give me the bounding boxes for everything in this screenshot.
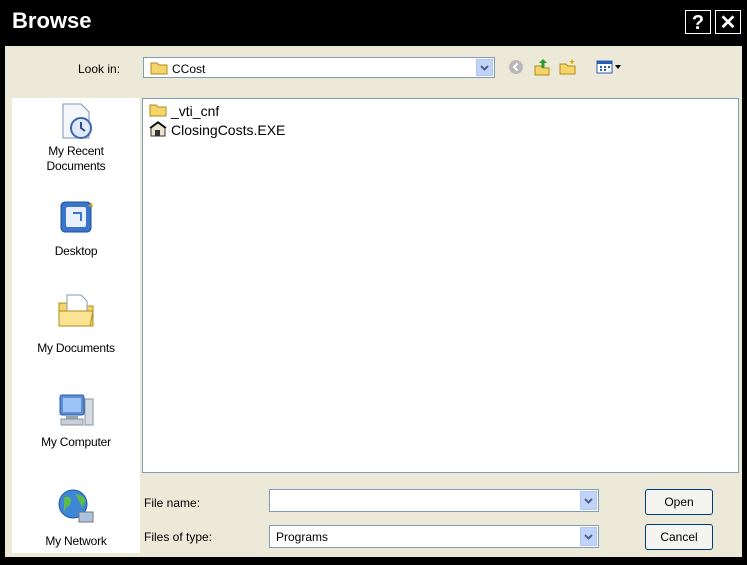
list-item[interactable]: ClosingCosts.EXE — [149, 120, 286, 140]
look-in-dropdown[interactable]: CCost — [143, 57, 495, 78]
desktop-icon — [55, 198, 97, 240]
file-name: _vti_cnf — [171, 103, 220, 119]
dialog-body: Look in: CCost My Recent Documents Deskt… — [5, 46, 742, 557]
view-menu-icon[interactable] — [595, 57, 625, 77]
up-one-level-icon[interactable] — [532, 57, 552, 77]
my-computer-icon — [55, 389, 97, 431]
file-list[interactable]: _vti_cnf ClosingCosts.EXE — [142, 98, 739, 473]
back-icon[interactable] — [506, 57, 526, 77]
chevron-down-icon[interactable] — [580, 491, 597, 510]
cancel-button[interactable]: Cancel — [645, 524, 713, 550]
title-bar[interactable]: Browse ? ✕ — [0, 0, 747, 40]
help-button[interactable]: ? — [685, 10, 711, 34]
executable-icon — [149, 120, 167, 140]
list-item[interactable]: _vti_cnf — [149, 102, 219, 120]
my-network-icon — [55, 486, 97, 528]
places-bar: My Recent Documents Desktop My Documents… — [12, 98, 140, 553]
window-title: Browse — [12, 8, 92, 33]
folder-icon — [150, 61, 168, 78]
files-of-type-dropdown[interactable]: Programs — [269, 525, 599, 548]
browse-dialog: Browse ? ✕ Look in: CCost My Recent Docu… — [0, 0, 747, 565]
chevron-down-icon[interactable] — [580, 527, 597, 546]
place-label: My Computer — [41, 435, 111, 449]
place-my-network[interactable]: My Network — [12, 486, 140, 548]
place-my-documents[interactable]: My Documents — [12, 291, 140, 355]
place-label: My Network — [45, 534, 107, 548]
file-name: ClosingCosts.EXE — [171, 122, 286, 138]
file-name-label: File name: — [144, 496, 201, 510]
open-button[interactable]: Open — [645, 489, 713, 515]
place-my-recent-documents[interactable]: My Recent Documents — [12, 100, 140, 174]
window-bottom-border — [0, 557, 747, 565]
chevron-down-icon[interactable] — [476, 59, 493, 76]
place-label: My Recent Documents — [46, 144, 106, 173]
look-in-label: Look in: — [78, 62, 121, 76]
file-name-input[interactable] — [269, 489, 599, 512]
recent-documents-icon — [55, 100, 97, 142]
files-of-type-label: Files of type: — [144, 530, 213, 544]
close-button[interactable]: ✕ — [715, 10, 741, 34]
place-desktop[interactable]: Desktop — [12, 198, 140, 258]
new-folder-icon[interactable] — [558, 57, 578, 77]
files-of-type-value: Programs — [276, 530, 329, 544]
my-documents-icon — [55, 291, 97, 333]
place-my-computer[interactable]: My Computer — [12, 389, 140, 449]
look-in-value: CCost — [172, 62, 206, 76]
folder-icon — [149, 103, 167, 120]
place-label: Desktop — [54, 244, 98, 258]
place-label: My Documents — [37, 341, 115, 355]
